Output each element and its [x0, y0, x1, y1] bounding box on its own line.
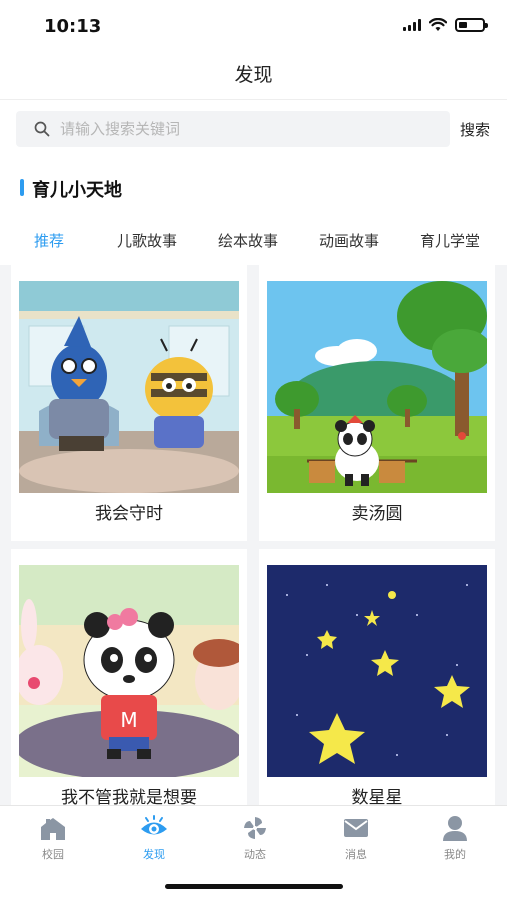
header-divider — [0, 99, 507, 100]
tabbar-school[interactable]: 校园 — [13, 814, 93, 862]
story-card[interactable]: 我会守时 — [11, 265, 247, 541]
status-bar: 10:13 — [0, 0, 507, 52]
svg-text:M: M — [120, 708, 137, 732]
bird-and-bee-cartoon-thumbnail — [19, 281, 239, 493]
tabbar-label: 发现 — [143, 848, 165, 861]
story-title: 我不管我就是想要 — [61, 788, 197, 805]
home-indicator — [165, 884, 343, 889]
status-time: 10:13 — [44, 16, 102, 37]
battery-icon — [455, 18, 488, 32]
section-accent-bar — [20, 179, 24, 196]
story-title: 我会守时 — [95, 504, 163, 524]
tabbar-discover[interactable]: 发现 — [114, 814, 194, 862]
story-title: 卖汤圆 — [351, 504, 403, 524]
tabbar-profile[interactable]: 我的 — [415, 814, 495, 862]
story-card[interactable]: 数星星 — [259, 549, 495, 805]
section-title: 育儿小天地 — [32, 180, 122, 201]
eye-icon — [141, 815, 167, 835]
panda-girl-cartoon-thumbnail: M — [19, 565, 239, 777]
tab-recommend[interactable]: 推荐 — [34, 230, 64, 251]
tab-songs-stories[interactable]: 儿歌故事 — [117, 230, 177, 251]
tabbar-feed[interactable]: 动态 — [215, 814, 295, 862]
tab-animation-stories[interactable]: 动画故事 — [319, 230, 379, 251]
tabbar-label: 我的 — [444, 848, 466, 861]
story-title: 数星星 — [351, 788, 403, 805]
content-grid: 我会守时 卖汤圆 M 我不管我就是想要 数星星 — [0, 265, 507, 805]
stars-night-sky-thumbnail — [267, 565, 487, 777]
school-icon — [41, 818, 65, 840]
mail-icon — [344, 819, 368, 837]
panda-selling-tangyuan-thumbnail — [267, 281, 487, 493]
person-icon — [443, 816, 467, 841]
story-card[interactable]: 卖汤圆 — [259, 265, 495, 541]
category-tabs: 推荐 儿歌故事 绘本故事 动画故事 育儿学堂 — [0, 230, 507, 254]
tabbar-label: 消息 — [345, 848, 367, 861]
tabbar-label: 校园 — [42, 848, 64, 861]
page-title: 发现 — [234, 64, 273, 86]
tab-parenting-class[interactable]: 育儿学堂 — [420, 230, 480, 251]
tabbar-messages[interactable]: 消息 — [316, 814, 396, 862]
search-button[interactable]: 搜索 — [460, 119, 490, 140]
search-icon — [34, 121, 50, 137]
search-box[interactable] — [16, 111, 450, 147]
tabbar-label: 动态 — [244, 848, 266, 861]
pinwheel-icon — [244, 817, 266, 839]
wifi-icon — [429, 18, 447, 31]
status-icons — [403, 18, 488, 32]
tab-picture-books[interactable]: 绘本故事 — [218, 230, 278, 251]
signal-icon — [403, 19, 421, 31]
story-card[interactable]: M 我不管我就是想要 — [11, 549, 247, 805]
search-input[interactable] — [58, 119, 442, 139]
